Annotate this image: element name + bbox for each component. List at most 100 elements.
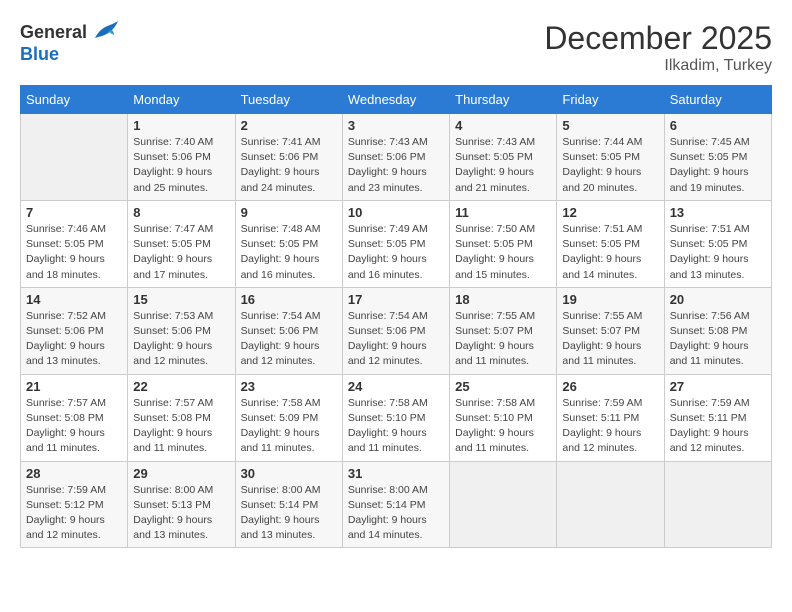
day-cell: 13 Sunrise: 7:51 AMSunset: 5:05 PMDayligh… [664, 200, 771, 287]
col-thursday: Thursday [450, 86, 557, 114]
day-number: 20 [670, 292, 766, 307]
day-info: Sunrise: 7:56 AMSunset: 5:08 PMDaylight:… [670, 309, 766, 370]
day-info: Sunrise: 7:44 AMSunset: 5:05 PMDaylight:… [562, 135, 658, 196]
header-row: Sunday Monday Tuesday Wednesday Thursday… [21, 86, 772, 114]
day-info: Sunrise: 7:55 AMSunset: 5:07 PMDaylight:… [562, 309, 658, 370]
day-info: Sunrise: 7:51 AMSunset: 5:05 PMDaylight:… [670, 222, 766, 283]
day-cell: 19 Sunrise: 7:55 AMSunset: 5:07 PMDayligh… [557, 287, 664, 374]
col-wednesday: Wednesday [342, 86, 449, 114]
day-info: Sunrise: 7:52 AMSunset: 5:06 PMDaylight:… [26, 309, 122, 370]
day-cell: 31Sunrise: 8:00 AMSunset: 5:14 PMDayligh… [342, 461, 449, 548]
day-cell: 5Sunrise: 7:44 AMSunset: 5:05 PMDaylight… [557, 114, 664, 201]
logo-general-text: General [20, 22, 87, 43]
calendar-header: Sunday Monday Tuesday Wednesday Thursday… [21, 86, 772, 114]
day-number: 11 [455, 205, 551, 220]
location-subtitle: Ilkadim, Turkey [544, 57, 772, 75]
week-row-5: 28 Sunrise: 7:59 AMSunset: 5:12 PMDayligh… [21, 461, 772, 548]
week-row-1: 1Sunrise: 7:40 AMSunset: 5:06 PMDaylight… [21, 114, 772, 201]
day-number: 31 [348, 466, 444, 481]
day-number: 3 [348, 118, 444, 133]
day-cell: 9Sunrise: 7:48 AMSunset: 5:05 PMDaylight… [235, 200, 342, 287]
day-number: 12 [562, 205, 658, 220]
day-cell: 26Sunrise: 7:59 AMSunset: 5:11 PMDayligh… [557, 374, 664, 461]
day-cell: 8Sunrise: 7:47 AMSunset: 5:05 PMDaylight… [128, 200, 235, 287]
day-info: Sunrise: 7:48 AMSunset: 5:05 PMDaylight:… [241, 222, 337, 283]
col-saturday: Saturday [664, 86, 771, 114]
day-number: 6 [670, 118, 766, 133]
col-tuesday: Tuesday [235, 86, 342, 114]
col-monday: Monday [128, 86, 235, 114]
week-row-4: 21Sunrise: 7:57 AMSunset: 5:08 PMDayligh… [21, 374, 772, 461]
day-info: Sunrise: 7:58 AMSunset: 5:10 PMDaylight:… [455, 396, 551, 457]
day-info: Sunrise: 7:58 AMSunset: 5:10 PMDaylight:… [348, 396, 444, 457]
day-number: 16 [241, 292, 337, 307]
day-info: Sunrise: 7:59 AMSunset: 5:11 PMDaylight:… [562, 396, 658, 457]
day-number: 4 [455, 118, 551, 133]
day-cell [664, 461, 771, 548]
day-number: 28 [26, 466, 122, 481]
day-cell: 25 Sunrise: 7:58 AMSunset: 5:10 PMDayligh… [450, 374, 557, 461]
day-cell: 3 Sunrise: 7:43 AMSunset: 5:06 PMDaylight… [342, 114, 449, 201]
calendar-body: 1Sunrise: 7:40 AMSunset: 5:06 PMDaylight… [21, 114, 772, 548]
day-number: 24 [348, 379, 444, 394]
day-number: 13 [670, 205, 766, 220]
day-number: 19 [562, 292, 658, 307]
day-cell: 24 Sunrise: 7:58 AMSunset: 5:10 PMDayligh… [342, 374, 449, 461]
day-cell: 17 Sunrise: 7:54 AMSunset: 5:06 PMDayligh… [342, 287, 449, 374]
day-cell: 20 Sunrise: 7:56 AMSunset: 5:08 PMDayligh… [664, 287, 771, 374]
day-number: 29 [133, 466, 229, 481]
day-cell: 15Sunrise: 7:53 AMSunset: 5:06 PMDayligh… [128, 287, 235, 374]
day-cell: 2 Sunrise: 7:41 AMSunset: 5:06 PMDaylight… [235, 114, 342, 201]
day-cell: 10 Sunrise: 7:49 AMSunset: 5:05 PMDayligh… [342, 200, 449, 287]
logo: General Blue [20, 20, 120, 65]
day-info: Sunrise: 8:00 AMSunset: 5:13 PMDaylight:… [133, 483, 229, 544]
day-cell [21, 114, 128, 201]
day-info: Sunrise: 7:58 AMSunset: 5:09 PMDaylight:… [241, 396, 337, 457]
day-info: Sunrise: 7:40 AMSunset: 5:06 PMDaylight:… [133, 135, 229, 196]
day-cell: 12 Sunrise: 7:51 AMSunset: 5:05 PMDayligh… [557, 200, 664, 287]
day-cell: 21Sunrise: 7:57 AMSunset: 5:08 PMDayligh… [21, 374, 128, 461]
day-cell: 22Sunrise: 7:57 AMSunset: 5:08 PMDayligh… [128, 374, 235, 461]
col-friday: Friday [557, 86, 664, 114]
calendar-table: Sunday Monday Tuesday Wednesday Thursday… [20, 85, 772, 548]
week-row-3: 14Sunrise: 7:52 AMSunset: 5:06 PMDayligh… [21, 287, 772, 374]
day-info: Sunrise: 7:49 AMSunset: 5:05 PMDaylight:… [348, 222, 444, 283]
day-cell: 1Sunrise: 7:40 AMSunset: 5:06 PMDaylight… [128, 114, 235, 201]
day-cell: 6 Sunrise: 7:45 AMSunset: 5:05 PMDaylight… [664, 114, 771, 201]
day-number: 17 [348, 292, 444, 307]
day-info: Sunrise: 7:43 AMSunset: 5:06 PMDaylight:… [348, 135, 444, 196]
day-number: 18 [455, 292, 551, 307]
day-info: Sunrise: 7:57 AMSunset: 5:08 PMDaylight:… [133, 396, 229, 457]
day-info: Sunrise: 7:53 AMSunset: 5:06 PMDaylight:… [133, 309, 229, 370]
day-info: Sunrise: 7:50 AMSunset: 5:05 PMDaylight:… [455, 222, 551, 283]
day-info: Sunrise: 7:55 AMSunset: 5:07 PMDaylight:… [455, 309, 551, 370]
day-cell: 29 Sunrise: 8:00 AMSunset: 5:13 PMDayligh… [128, 461, 235, 548]
page-header: General Blue December 2025 Ilkadim, Turk… [20, 20, 772, 75]
day-number: 2 [241, 118, 337, 133]
day-cell: 11 Sunrise: 7:50 AMSunset: 5:05 PMDayligh… [450, 200, 557, 287]
day-number: 25 [455, 379, 551, 394]
day-cell: 16 Sunrise: 7:54 AMSunset: 5:06 PMDayligh… [235, 287, 342, 374]
logo-bird-icon [90, 20, 120, 44]
day-info: Sunrise: 7:41 AMSunset: 5:06 PMDaylight:… [241, 135, 337, 196]
day-info: Sunrise: 7:54 AMSunset: 5:06 PMDaylight:… [241, 309, 337, 370]
day-number: 27 [670, 379, 766, 394]
day-cell: 18 Sunrise: 7:55 AMSunset: 5:07 PMDayligh… [450, 287, 557, 374]
day-info: Sunrise: 8:00 AMSunset: 5:14 PMDaylight:… [241, 483, 337, 544]
day-cell: 23Sunrise: 7:58 AMSunset: 5:09 PMDayligh… [235, 374, 342, 461]
day-cell: 28 Sunrise: 7:59 AMSunset: 5:12 PMDayligh… [21, 461, 128, 548]
day-number: 8 [133, 205, 229, 220]
day-info: Sunrise: 7:43 AMSunset: 5:05 PMDaylight:… [455, 135, 551, 196]
day-info: Sunrise: 7:45 AMSunset: 5:05 PMDaylight:… [670, 135, 766, 196]
day-info: Sunrise: 7:59 AMSunset: 5:12 PMDaylight:… [26, 483, 122, 544]
week-row-2: 7Sunrise: 7:46 AMSunset: 5:05 PMDaylight… [21, 200, 772, 287]
day-cell: 27Sunrise: 7:59 AMSunset: 5:11 PMDayligh… [664, 374, 771, 461]
day-info: Sunrise: 7:54 AMSunset: 5:06 PMDaylight:… [348, 309, 444, 370]
day-number: 30 [241, 466, 337, 481]
day-info: Sunrise: 7:51 AMSunset: 5:05 PMDaylight:… [562, 222, 658, 283]
logo-blue-text: Blue [20, 44, 59, 65]
day-number: 10 [348, 205, 444, 220]
day-cell [557, 461, 664, 548]
day-number: 7 [26, 205, 122, 220]
col-sunday: Sunday [21, 86, 128, 114]
